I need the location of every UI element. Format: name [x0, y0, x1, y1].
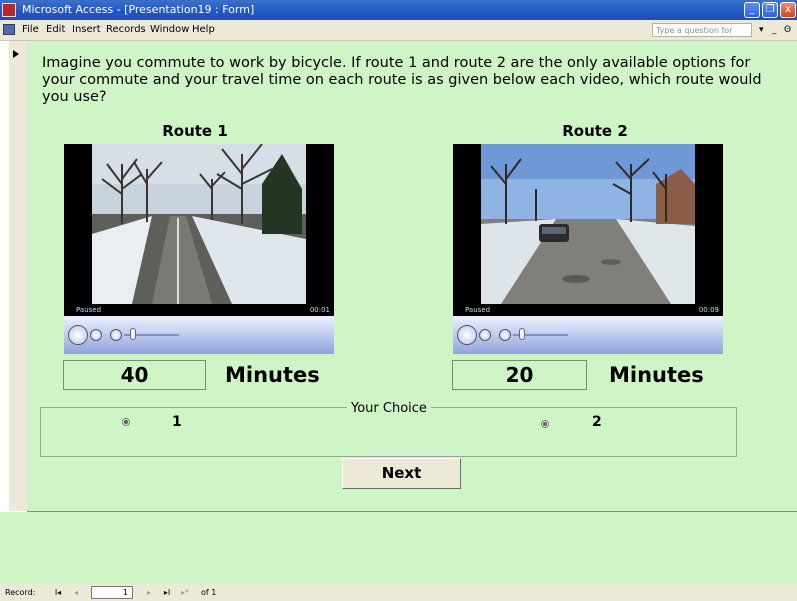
route-1-video-frame: [92, 144, 306, 304]
route-1-video-player[interactable]: Paused 00:01: [64, 144, 334, 354]
route-1-minutes-field[interactable]: 40: [63, 360, 206, 390]
menu-file[interactable]: File: [22, 20, 39, 40]
route-1-time: 00:01: [309, 306, 330, 314]
last-record-button[interactable]: ▸I: [161, 587, 173, 598]
menu-window[interactable]: Window: [150, 20, 189, 40]
current-record-arrow-icon: [13, 50, 19, 58]
window-titlebar: Microsoft Access - [Presentation19 : For…: [0, 0, 797, 20]
window-title: Microsoft Access - [Presentation19 : For…: [22, 3, 255, 16]
route-2-controls: [453, 316, 723, 354]
doc-restore-button[interactable]: ʘ: [784, 20, 791, 40]
next-button[interactable]: Next: [342, 458, 461, 489]
route-1-status: Paused: [76, 306, 102, 314]
form-detail: Imagine you commute to work by bicycle. …: [27, 41, 797, 512]
route-2-stop-icon[interactable]: [479, 329, 491, 341]
form-icon[interactable]: [3, 24, 15, 35]
route-2-video-frame: [481, 144, 695, 304]
choice-2-radio[interactable]: [541, 420, 549, 428]
doc-minimize-button[interactable]: _: [772, 20, 777, 40]
route-2-status-bar: Paused 00:09: [453, 304, 723, 316]
choice-1-radio[interactable]: [122, 418, 130, 426]
route-1-play-icon[interactable]: [68, 325, 88, 345]
route-1-title: Route 1: [162, 122, 228, 140]
route-2-title: Route 2: [562, 122, 628, 140]
route-2-play-icon[interactable]: [457, 325, 477, 345]
restore-button[interactable]: ❐: [762, 2, 778, 18]
menu-help[interactable]: Help: [192, 20, 215, 40]
record-label: Record:: [5, 588, 36, 597]
choice-1-label[interactable]: 1: [172, 414, 182, 430]
route-2-minutes-label: Minutes: [609, 363, 704, 387]
new-record-button[interactable]: ▸*: [179, 587, 191, 598]
route-2-volume-knob[interactable]: [519, 328, 525, 340]
route-2-time: 00:09: [698, 306, 719, 314]
minimize-button[interactable]: _: [744, 2, 760, 18]
record-navigation-bar: Record: I◂ ◂ 1 ▸ ▸I ▸* of 1: [0, 584, 797, 601]
route-1-controls: [64, 316, 334, 354]
route-1-minutes-label: Minutes: [225, 363, 320, 387]
question-text: Imagine you commute to work by bicycle. …: [42, 55, 762, 105]
route-2-status: Paused: [465, 306, 491, 314]
help-dropdown-icon[interactable]: ▾: [759, 20, 764, 40]
choice-2-label[interactable]: 2: [592, 414, 602, 430]
menu-edit[interactable]: Edit: [46, 20, 65, 40]
route-1-stop-icon[interactable]: [90, 329, 102, 341]
route-1-status-bar: Paused 00:01: [64, 304, 334, 316]
menu-records[interactable]: Records: [106, 20, 146, 40]
record-count: of 1: [201, 588, 217, 597]
first-record-button[interactable]: I◂: [52, 587, 64, 598]
record-selector[interactable]: [9, 41, 28, 511]
route-1-mute-icon[interactable]: [110, 329, 122, 341]
route-2-mute-icon[interactable]: [499, 329, 511, 341]
current-record-field[interactable]: 1: [91, 586, 133, 599]
close-button[interactable]: x: [780, 2, 796, 18]
form-footer-area: [0, 512, 797, 584]
route-2-minutes-field[interactable]: 20: [452, 360, 587, 390]
access-app-icon: [2, 3, 16, 17]
help-search-input[interactable]: Type a question for help: [652, 23, 752, 49]
choice-frame-label: Your Choice: [347, 401, 431, 416]
next-record-button[interactable]: ▸: [143, 587, 155, 598]
route-1-volume-knob[interactable]: [130, 328, 136, 340]
menu-insert[interactable]: Insert: [72, 20, 101, 40]
previous-record-button[interactable]: ◂: [70, 587, 82, 598]
menu-bar: File Edit Insert Records Window Help Typ…: [0, 20, 797, 49]
route-2-video-player[interactable]: Paused 00:09: [453, 144, 723, 354]
